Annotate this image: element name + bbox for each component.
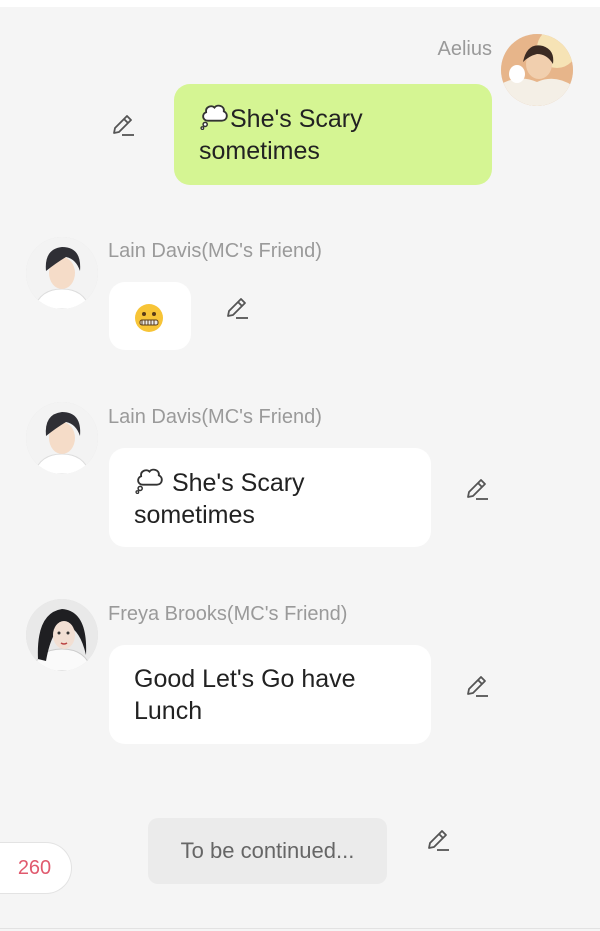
message-counter-badge[interactable]: 260 bbox=[0, 842, 72, 894]
message-bubble-lain[interactable]: She's Scary sometimes bbox=[109, 448, 431, 547]
thought-bubble-icon bbox=[199, 102, 230, 130]
message-line-2: sometimes bbox=[199, 137, 320, 165]
sender-name: Lain Davis(MC's Friend) bbox=[108, 406, 322, 428]
sender-name: Lain Davis(MC's Friend) bbox=[108, 240, 322, 262]
message-line-1: Good Let's Go have bbox=[134, 665, 356, 693]
divider bbox=[0, 928, 600, 929]
sender-name: Freya Brooks(MC's Friend) bbox=[108, 603, 348, 625]
message-line-2: sometimes bbox=[134, 501, 255, 529]
pencil-edit-icon[interactable] bbox=[110, 113, 136, 139]
top-strip bbox=[0, 0, 600, 7]
avatar-aelius[interactable] bbox=[501, 34, 573, 106]
message-line-1: She's Scary bbox=[165, 469, 305, 497]
message-line-1: She's Scary bbox=[230, 105, 363, 133]
message-bubble-aelius[interactable]: She's Scary sometimes bbox=[174, 84, 492, 185]
pencil-edit-icon[interactable] bbox=[425, 828, 451, 854]
pencil-edit-icon[interactable] bbox=[464, 477, 490, 503]
to-be-continued-label[interactable]: To be continued... bbox=[148, 818, 387, 884]
zipper-mouth-face-icon bbox=[134, 303, 164, 333]
pencil-edit-icon[interactable] bbox=[224, 296, 250, 322]
message-bubble-freya[interactable]: Good Let's Go have Lunch bbox=[109, 645, 431, 744]
avatar-freya-brooks[interactable] bbox=[26, 599, 98, 671]
avatar-lain-davis[interactable] bbox=[26, 402, 98, 474]
avatar-lain-davis[interactable] bbox=[26, 237, 98, 309]
sender-name: Aelius bbox=[437, 38, 492, 60]
thought-bubble-icon bbox=[134, 466, 165, 494]
pencil-edit-icon[interactable] bbox=[464, 674, 490, 700]
emoji-message-bubble[interactable] bbox=[109, 282, 191, 350]
message-line-2: Lunch bbox=[134, 697, 203, 725]
